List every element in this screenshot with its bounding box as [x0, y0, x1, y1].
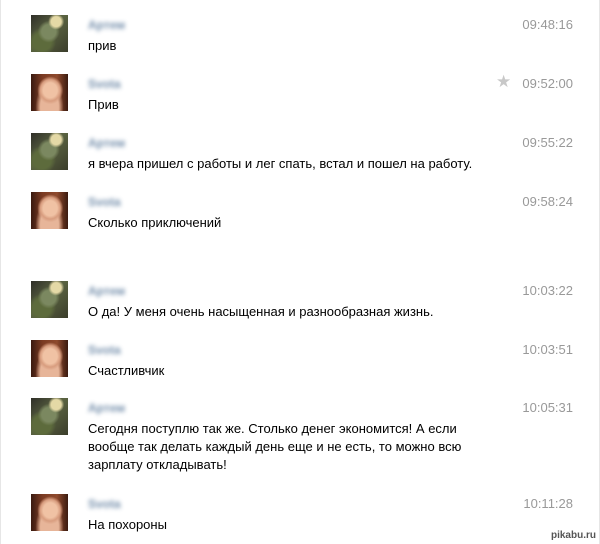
message-text: Сколько приключений [88, 215, 222, 230]
watermark: pikabu.ru [550, 530, 596, 541]
star-icon[interactable]: ★ [496, 73, 511, 90]
sender-name[interactable]: Артем [88, 284, 125, 298]
message-time: 10:03:51 [522, 342, 573, 357]
message-time: 09:58:24 [522, 194, 573, 209]
avatar[interactable] [31, 192, 68, 229]
avatar[interactable] [31, 74, 68, 111]
avatar[interactable] [31, 15, 68, 52]
avatar[interactable] [31, 398, 68, 435]
frame-border-left [0, 0, 1, 544]
sender-name[interactable]: Артем [88, 18, 125, 32]
sender-name[interactable]: Артем [88, 136, 125, 150]
message-text: На похороны [88, 517, 167, 532]
avatar[interactable] [31, 494, 68, 531]
sender-name[interactable]: Артем [88, 401, 125, 415]
message-time: 09:48:16 [522, 17, 573, 32]
message-text: прив [88, 38, 117, 53]
avatar[interactable] [31, 340, 68, 377]
message-text: Счастливчик [88, 363, 165, 378]
message-time: 10:03:22 [522, 283, 573, 298]
message-text: я вчера пришел с работы и лег спать, вст… [88, 156, 473, 171]
sender-name[interactable]: Svota [88, 497, 121, 511]
message-time: 09:52:00 [522, 76, 573, 91]
message-time: 09:55:22 [522, 135, 573, 150]
message-time: 10:05:31 [522, 400, 573, 415]
sender-name[interactable]: Svota [88, 343, 121, 357]
avatar[interactable] [31, 281, 68, 318]
sender-name[interactable]: Svota [88, 77, 121, 91]
sender-name[interactable]: Svota [88, 195, 121, 209]
message-text: Сегодня поступлю так же. Столько денег э… [88, 421, 462, 472]
avatar[interactable] [31, 133, 68, 170]
message-text: О да! У меня очень насыщенная и разнообр… [88, 304, 434, 319]
message-time: 10:11:28 [523, 496, 573, 511]
message-text: Прив [88, 97, 119, 112]
